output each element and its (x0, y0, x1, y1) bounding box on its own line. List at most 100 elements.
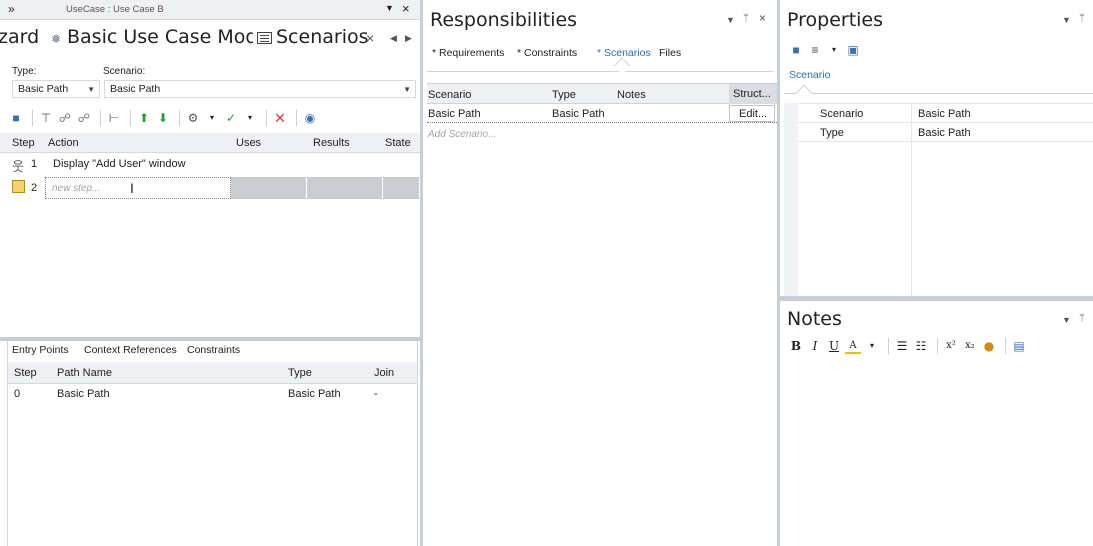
dropdown-icon[interactable]: ▼ (1062, 15, 1071, 25)
tab-basic-use-case-model[interactable]: Basic Use Case Model (67, 26, 274, 48)
header-step: Step (14, 367, 37, 379)
header-notes: Notes (617, 89, 646, 101)
scenario-type: Basic Path (552, 108, 605, 120)
tab-scenarios[interactable]: Scenarios × (253, 26, 383, 54)
properties-tabs: Scenario (784, 66, 1093, 102)
system-link-icon[interactable]: ☍ (76, 110, 92, 126)
save-icon[interactable]: ■ (8, 110, 24, 126)
actor-link-icon[interactable]: ☍ (57, 110, 73, 126)
model-icon: ❅ (51, 32, 62, 46)
breadcrumb: UseCase : Use Case B (66, 4, 164, 15)
dropdown-icon[interactable]: ▼ (726, 15, 735, 25)
text-cursor-icon: I (130, 180, 134, 196)
property-row[interactable]: Type Basic Path (798, 123, 1093, 142)
tab-scenarios[interactable]: * Scenarios (592, 47, 656, 59)
type-select[interactable]: Basic Path ▼ (12, 80, 100, 98)
scenario-select[interactable]: Basic Path ▼ (104, 80, 416, 98)
property-value: Basic Path (918, 108, 971, 120)
edit-button[interactable]: Edit... (729, 105, 775, 122)
new-step-row[interactable]: 2 new step... I (0, 177, 420, 199)
numbered-list-icon[interactable]: ☷ (913, 338, 929, 354)
table-row[interactable]: 0 Basic Path Basic Path - (7, 384, 418, 404)
move-up-icon[interactable]: ⬆ (136, 110, 152, 126)
image-icon[interactable]: ▣ (845, 42, 861, 58)
responsibilities-panel: Responsibilities ▼ ᛘ × * Requirements * … (423, 0, 777, 546)
selected-tab-pointer (795, 84, 813, 102)
dropdown-icon[interactable]: ▼ (1062, 315, 1071, 325)
generate-icon[interactable]: ⚙ (185, 110, 201, 126)
tab-scenario[interactable]: Scenario (784, 69, 835, 81)
italic-icon[interactable]: I (807, 338, 823, 354)
subscript-icon[interactable]: x₂ (962, 338, 978, 354)
list-icon[interactable]: ≡ (807, 42, 823, 58)
move-down-icon[interactable]: ⬇ (155, 110, 171, 126)
new-step-input[interactable]: new step... I (45, 177, 231, 199)
font-color-icon[interactable]: A (845, 338, 861, 354)
entry-points-header: Step Path Name Type Join (7, 362, 418, 384)
property-name: Type (820, 127, 844, 139)
bullet-list-icon[interactable]: ☰ (894, 338, 910, 354)
notes-toolbar: B I U A ▾ ☰ ☷ x² x₂ ● ▤ (788, 337, 1030, 355)
header-step: Step (12, 137, 35, 149)
table-row[interactable]: 웃 1 Display "Add User" window (0, 153, 420, 175)
header-struct[interactable]: Struct... (729, 84, 777, 104)
splitter[interactable] (780, 296, 1093, 301)
step-number: 2 (31, 182, 38, 194)
tab-close-icon[interactable]: × (366, 30, 374, 46)
chevron-down-icon[interactable]: ▾ (204, 110, 220, 126)
pin-icon[interactable]: ᛘ (1079, 313, 1085, 324)
panel-title: Properties (787, 9, 884, 31)
structure-icon[interactable]: ⊤ (38, 110, 54, 126)
tab-constraints[interactable]: Constraints (182, 344, 245, 356)
scenarios-header: Scenario Type Notes Struct... (427, 83, 777, 104)
indent-icon[interactable]: ⊢ (106, 110, 122, 126)
tab-requirements[interactable]: * Requirements (427, 47, 509, 59)
expand-icon[interactable]: » (8, 2, 15, 16)
bottom-tabs: Entry Points Context References Constrai… (7, 341, 418, 361)
notes-title: Notes (787, 308, 842, 330)
type-label: Type: (12, 66, 37, 77)
tab-constraints[interactable]: * Constraints (512, 47, 582, 59)
tab-entry-points[interactable]: Entry Points (7, 344, 74, 356)
header-results: Results (313, 137, 350, 149)
panel-title: Responsibilities (430, 9, 578, 31)
header-type: Type (288, 367, 312, 379)
table-row[interactable]: Basic Path Basic Path Edit... (427, 105, 777, 123)
scroll-left-icon[interactable]: ◀ (390, 33, 397, 44)
properties-panel: Properties ▼ ᛘ ■ ≡ ▾ ▣ Scenario Scenario… (780, 0, 1093, 546)
new-step-cells[interactable] (231, 177, 419, 199)
header-join: Join (374, 367, 395, 379)
check-icon[interactable]: ✓ (223, 110, 239, 126)
entry-type: Basic Path (288, 388, 341, 400)
save-icon[interactable]: ■ (788, 42, 804, 58)
add-scenario-input[interactable]: Add Scenario... (428, 129, 496, 140)
chevron-down-icon[interactable]: ▾ (242, 110, 258, 126)
document-icon[interactable]: ▤ (1011, 338, 1027, 354)
properties-grid: Scenario Basic Path Type Basic Path (784, 103, 1093, 296)
property-row[interactable]: Scenario Basic Path (798, 104, 1093, 123)
chevron-down-icon[interactable]: ▾ (826, 42, 842, 58)
close-icon[interactable]: × (759, 11, 766, 25)
chevron-down-icon[interactable]: ▾ (864, 338, 880, 354)
properties-toolbar: ■ ≡ ▾ ▣ (788, 42, 864, 58)
pin-icon[interactable]: ᛘ (743, 13, 749, 24)
underline-icon[interactable]: U (826, 338, 842, 354)
step-action: Display "Add User" window (53, 158, 186, 170)
help-icon[interactable]: ◉ (302, 110, 318, 126)
header-state: State (385, 137, 411, 149)
hyperlink-icon[interactable]: ● (981, 338, 997, 354)
step-number: 1 (31, 158, 38, 170)
header-type: Type (552, 89, 576, 101)
tab-files[interactable]: Files (654, 47, 686, 59)
close-icon[interactable]: × (402, 1, 410, 16)
superscript-icon[interactable]: x² (943, 338, 959, 354)
bold-icon[interactable]: B (788, 338, 804, 354)
steps-header: Step Action Uses Results State (0, 133, 420, 153)
scroll-right-icon[interactable]: ▶ (405, 33, 412, 44)
pin-icon[interactable]: ᛘ (1079, 13, 1085, 24)
tab-wizard[interactable]: zard (0, 26, 39, 48)
scenario-editor-panel: » UseCase : Use Case B ▼ × zard ❅ Basic … (0, 0, 420, 546)
delete-icon[interactable]: ✕ (272, 110, 288, 126)
tab-context-references[interactable]: Context References (79, 344, 182, 356)
dropdown-icon[interactable]: ▼ (385, 3, 394, 13)
